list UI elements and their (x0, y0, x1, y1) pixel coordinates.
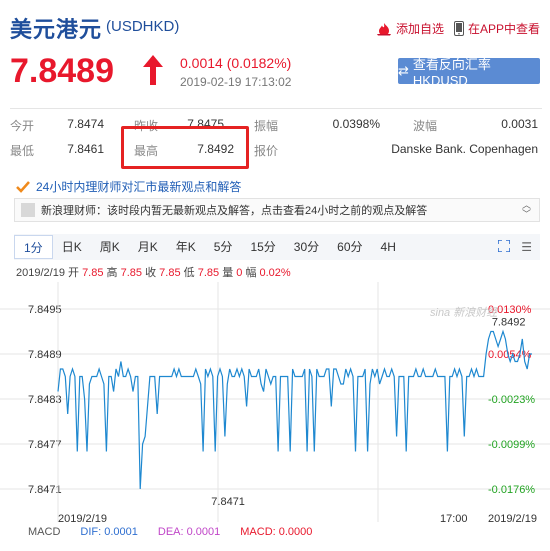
stats-row: 今开 7.8474 昨收 7.8475 振幅 0.0398% 波幅 0.0031 (10, 112, 542, 138)
tab-15min[interactable]: 15分 (241, 235, 284, 259)
open-in-app-button[interactable]: 在APP中查看 (454, 20, 540, 37)
y-tick-label: 7.8483 (28, 394, 62, 406)
info-amplitude: 0.02% (259, 267, 291, 279)
tab-60min[interactable]: 60分 (328, 235, 371, 259)
highlight-annotation-box (121, 126, 249, 169)
info-volume: 0 (236, 267, 243, 279)
info-high: 7.85 (120, 267, 143, 279)
price-row: 7.8489 0.0014 (0.0182%) 2019-02-19 17:13… (0, 50, 550, 96)
up-arrow-icon (143, 55, 163, 85)
macd-legend: MACD DIF: 0.0001 DEA: 0.0001 MACD: 0.000… (28, 526, 312, 538)
analyst-notice[interactable]: 新浪理财师：该时段内暂无最新观点及解答，点击查看24小时之前的观点及解答 ︿ ﹀ (14, 198, 540, 222)
tab-4h[interactable]: 4H (372, 235, 405, 259)
chevron-down-icon[interactable]: ﹀ (522, 210, 531, 219)
y-tick-label: 7.8477 (28, 439, 62, 451)
notice-scroll-arrows[interactable]: ︿ ﹀ (522, 201, 531, 219)
menu-icon[interactable]: ☰ (521, 241, 532, 253)
price-change: 0.0014 (0.0182%) (180, 55, 292, 71)
stat-value-amplitude: 0.0398% (332, 117, 380, 131)
y-tick-label: 7.8495 (28, 304, 62, 316)
phone-icon (454, 21, 464, 36)
right-tick-label: -0.0023% (488, 394, 535, 406)
notice-text: 新浪理财师：该时段内暂无最新观点及解答，点击查看24小时之前的观点及解答 (41, 205, 428, 217)
intraday-line-chart[interactable]: 7.8495 0.0130%7.8489 0.0054%7.8483 -0.0023%… (0, 282, 550, 522)
y-tick-label: 7.8471 (28, 484, 62, 496)
reverse-rate-label: 查看反向汇率 HKDUSD (412, 57, 491, 88)
macd-dif: DIF: 0.0001 (80, 526, 138, 538)
currency-code: (USDHKD) (106, 18, 180, 35)
tab-daily[interactable]: 日K (53, 235, 91, 259)
stat-label-low: 最低 (10, 144, 35, 158)
add-watchlist-label: 添加自选 (396, 22, 445, 36)
right-tick-label: -0.0099% (488, 439, 535, 451)
current-price: 7.8489 (10, 52, 114, 90)
analyst-opinions-label: 24小时内理财师对汇市最新观点和解答 (36, 180, 242, 194)
avatar (21, 203, 35, 217)
x-tick-label: 17:00 (440, 513, 468, 522)
extreme-value-label: 7.8492 (492, 317, 526, 329)
macd-dea: DEA: 0.0001 (157, 526, 221, 538)
tab-1min[interactable]: 1分 (14, 235, 53, 259)
info-close-label: 收 (145, 267, 157, 279)
quote-timestamp: 2019-02-19 17:13:02 (180, 75, 292, 89)
macd-value: MACD: 0.0000 (240, 526, 313, 538)
info-low: 7.85 (197, 267, 220, 279)
macd-label: MACD (28, 526, 61, 538)
stat-label-amplitude: 振幅 (254, 119, 279, 133)
chart-period-tabs: 1分 日K 周K 月K 年K 5分 15分 30分 60分 4H ☰ (14, 234, 540, 260)
extreme-value-label: 7.8471 (211, 496, 245, 508)
stat-value-quoter: Danske Bank. Copenhagen (391, 142, 538, 156)
currency-pair-title: 美元港元 (10, 17, 103, 42)
info-high-label: 高 (106, 267, 118, 279)
stat-label-open: 今开 (10, 119, 35, 133)
stat-value-open: 7.8474 (67, 117, 104, 131)
analyst-opinions-link[interactable]: 24小时内理财师对汇市最新观点和解答 (16, 178, 241, 195)
watermark: sina 新浪财经 (430, 306, 498, 319)
info-volume-label: 量 (222, 267, 234, 279)
right-tick-label: -0.0176% (488, 484, 535, 496)
price-series-line (57, 329, 532, 490)
x-tick-label: 2019/2/19 (488, 513, 537, 522)
stat-label-quoter: 报价 (254, 144, 279, 158)
info-open-label: 开 (68, 267, 79, 279)
tab-30min[interactable]: 30分 (285, 235, 328, 259)
info-amplitude-label: 幅 (245, 267, 257, 279)
x-tick-label: 2019/2/19 (58, 513, 107, 522)
info-open: 7.85 (82, 267, 104, 279)
fullscreen-icon[interactable] (498, 240, 510, 252)
tab-yearly[interactable]: 年K (167, 235, 205, 259)
quote-header: 美元港元 (USDHKD) 添加自选 在APP中查看 (0, 0, 550, 46)
stat-value-range: 0.0031 (501, 117, 538, 131)
info-date: 2019/2/19 (16, 267, 65, 279)
info-close: 7.85 (159, 267, 181, 279)
swap-icon: ⇄ (398, 63, 409, 78)
ohlc-info-line: 2019/2/19 开 7.85 高 7.85 收 7.85 低 7.85 量 … (16, 264, 291, 280)
open-in-app-label: 在APP中查看 (468, 22, 541, 36)
tab-monthly[interactable]: 月K (129, 235, 167, 259)
tab-5min[interactable]: 5分 (205, 235, 242, 259)
stats-table: 今开 7.8474 昨收 7.8475 振幅 0.0398% 波幅 0.0031… (10, 108, 542, 164)
y-tick-label: 7.8489 (28, 349, 62, 361)
stat-value-low: 7.8461 (67, 142, 104, 156)
tab-weekly[interactable]: 周K (91, 235, 129, 259)
stats-row: 最低 7.8461 最高 7.8492 报价 Danske Bank. Cope… (10, 137, 542, 163)
add-watchlist-button[interactable]: 添加自选 (376, 20, 444, 37)
flame-icon (377, 22, 391, 35)
reverse-rate-button[interactable]: ⇄ 查看反向汇率 HKDUSD (398, 57, 540, 88)
check-icon (16, 180, 30, 193)
info-low-label: 低 (183, 267, 195, 279)
stat-label-range: 波幅 (413, 119, 438, 133)
